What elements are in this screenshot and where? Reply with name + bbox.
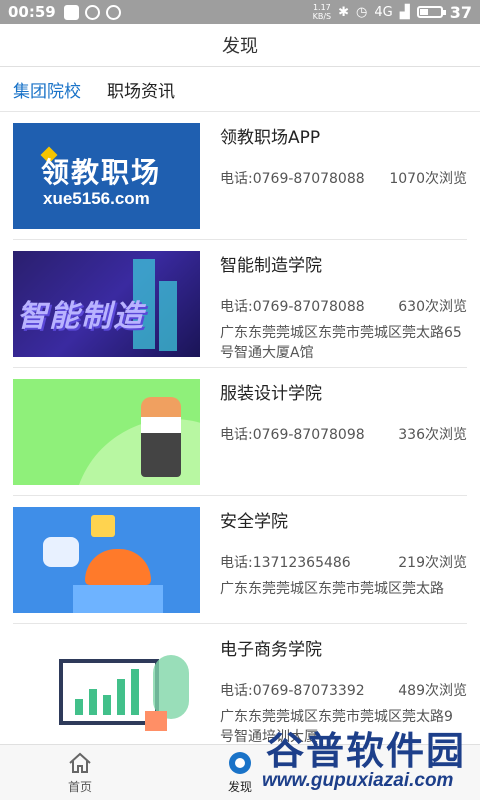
net-speed-value: 1.17	[312, 3, 331, 12]
battery-fill	[419, 9, 428, 15]
nav-home[interactable]: 首页	[0, 745, 160, 800]
chat-bubble-icon	[43, 537, 79, 567]
lock-icon	[91, 515, 115, 537]
watermark-url: www.gupuxiazai.com	[262, 770, 454, 791]
notification-icons	[63, 4, 121, 20]
plant-illustration	[153, 655, 189, 719]
item-phone: 电话:0769-87078088	[220, 171, 365, 187]
battery-level: 37	[449, 2, 472, 22]
monitor-illustration	[59, 659, 159, 725]
status-bar: 00:59 1.17 KB/S ✱ ◷ 4G ▟ 37	[0, 0, 480, 24]
network-type: 4G	[374, 4, 393, 20]
tab-bar: 集团院校 职场资讯	[0, 68, 480, 112]
nav-home-label: 首页	[67, 779, 92, 794]
net-speed-unit: KB/S	[312, 12, 332, 21]
illustrated-person	[141, 397, 181, 477]
check-circle-icon	[84, 4, 100, 20]
thumbnail-fashion-design	[13, 379, 200, 485]
chart-bar-shape	[131, 669, 139, 715]
item-title: 服装设计学院	[220, 384, 322, 404]
item-phone: 电话:0769-87073392	[220, 683, 365, 699]
message-icon	[63, 4, 79, 20]
chart-bar-shape	[89, 689, 97, 715]
thumbnail-lingjiao: 领教职场 xue5156.com	[13, 123, 200, 229]
battery-icon	[416, 6, 446, 18]
item-title: 电子商务学院	[220, 640, 322, 660]
thumbnail-safety	[13, 507, 200, 613]
status-right: 1.17 KB/S ✱ ◷ 4G ▟ 37	[313, 3, 472, 22]
pot-illustration	[145, 711, 167, 731]
platform-shape	[73, 585, 163, 613]
item-views: 219次浏览	[398, 555, 467, 571]
signal-icon: ▟	[399, 4, 410, 20]
item-phone: 电话:0769-87078098	[220, 427, 365, 443]
thumbnail-smart-manufacturing: 智能制造	[13, 251, 200, 357]
thumbnail-url-text: xue5156.com	[43, 189, 150, 208]
building-shape	[159, 281, 177, 351]
alarm-icon: ◷	[356, 4, 368, 20]
page-title-bar: 发现	[0, 24, 480, 67]
list-item[interactable]: 安全学院 电话:13712365486 219次浏览 广东东莞莞城区东莞市莞城区…	[13, 496, 467, 624]
bluetooth-icon: ✱	[338, 4, 350, 20]
compass-icon	[229, 751, 251, 774]
chart-bar-shape	[103, 695, 111, 715]
watermark-text: 谷普软件园	[266, 731, 467, 773]
watermark: 谷普软件园 www.gupuxiazai.com	[262, 720, 480, 800]
tab-group-schools[interactable]: 集团院校	[0, 68, 94, 111]
item-views: 336次浏览	[398, 427, 467, 443]
item-phone: 电话:0769-87078088	[220, 299, 365, 315]
thumbnail-ecommerce	[13, 635, 200, 741]
home-icon	[69, 752, 91, 773]
tab-career-news[interactable]: 职场资讯	[94, 68, 188, 111]
item-address: 广东东莞莞城区东莞市莞城区莞太路	[220, 581, 444, 597]
item-views: 489次浏览	[398, 683, 467, 699]
list-item[interactable]: 智能制造 智能制造学院 电话:0769-87078088 630次浏览 广东东莞…	[13, 240, 467, 368]
thumbnail-brand-text: 领教职场	[41, 156, 162, 189]
chart-bar-shape	[75, 699, 83, 715]
item-views: 1070次浏览	[389, 171, 467, 187]
status-time: 00:59	[8, 3, 56, 21]
school-list: 领教职场 xue5156.com 领教职场APP 电话:0769-8707808…	[0, 112, 480, 744]
item-views: 630次浏览	[398, 299, 467, 315]
item-title: 领教职场APP	[220, 128, 321, 148]
net-speed: 1.17 KB/S	[313, 3, 332, 21]
item-phone: 电话:13712365486	[220, 555, 351, 571]
helmet-icon	[85, 549, 151, 585]
item-address: 广东东莞莞城区东莞市莞城区莞太路65号智通大厦A馆	[220, 325, 462, 361]
chart-bar-shape	[117, 679, 125, 715]
list-item[interactable]: 服装设计学院 电话:0769-87078098 336次浏览	[13, 368, 467, 496]
nav-discover-label: 发现	[227, 779, 252, 794]
list-item[interactable]: 领教职场 xue5156.com 领教职场APP 电话:0769-8707808…	[13, 112, 467, 240]
item-title: 安全学院	[220, 512, 288, 532]
sync-icon	[105, 4, 121, 20]
thumbnail-title-text: 智能制造	[17, 299, 145, 334]
page-title: 发现	[222, 36, 258, 57]
item-title: 智能制造学院	[220, 256, 322, 276]
